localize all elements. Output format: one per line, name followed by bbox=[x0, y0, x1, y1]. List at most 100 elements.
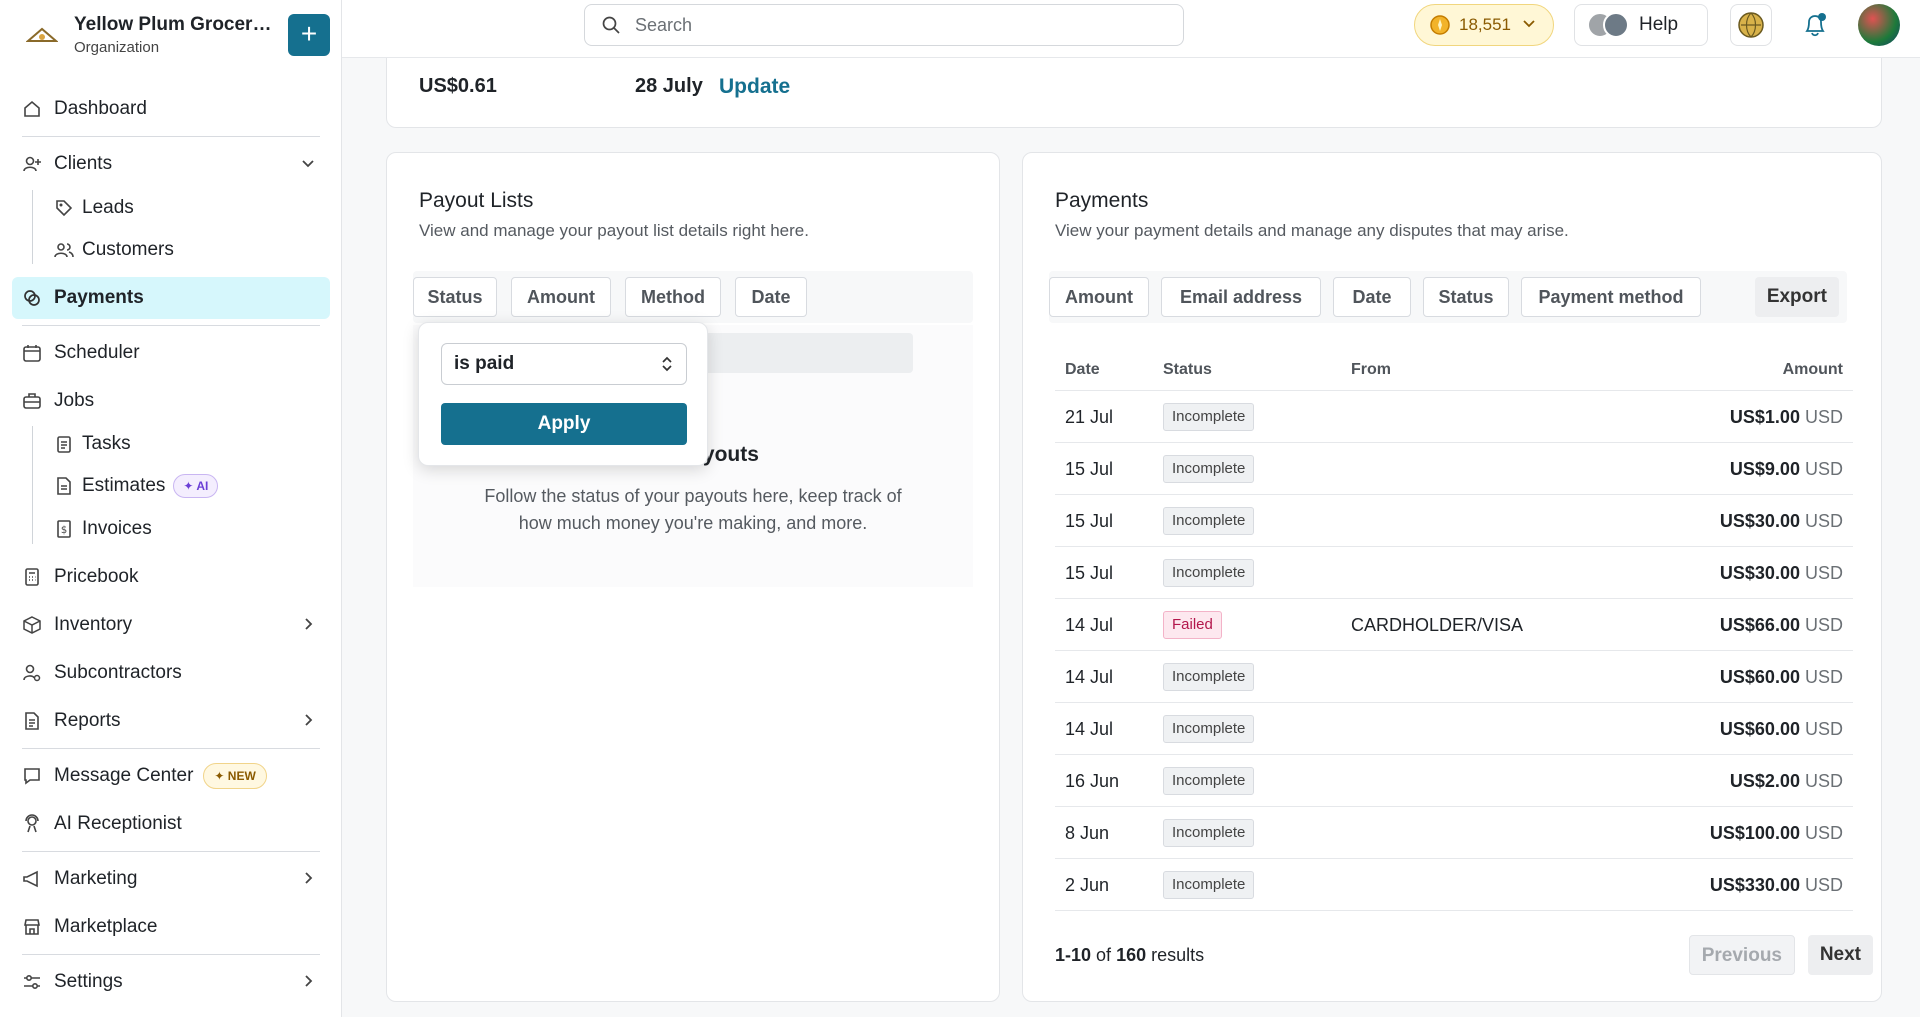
sidebar-item-scheduler[interactable]: Scheduler bbox=[12, 332, 330, 374]
sidebar-item-label: Marketplace bbox=[54, 916, 158, 937]
sidebar-item-settings[interactable]: Settings bbox=[12, 961, 330, 1003]
sidebar-item-label: Payments bbox=[54, 287, 144, 308]
document-icon bbox=[54, 476, 74, 496]
filter-status-button[interactable]: Status bbox=[413, 277, 497, 317]
amount-currency: USD bbox=[1804, 563, 1843, 583]
payout-lists-title: Payout Lists bbox=[419, 189, 534, 212]
amount-value: US$30.00 bbox=[1719, 511, 1800, 531]
sidebar-item-ai-receptionist[interactable]: AI Receptionist bbox=[12, 803, 330, 845]
status-badge: Incomplete bbox=[1163, 559, 1255, 587]
table-row[interactable]: 14 Jul Incomplete US$60.00 USD bbox=[1055, 703, 1853, 755]
row-date: 16 Jun bbox=[1065, 771, 1120, 791]
search-input[interactable] bbox=[635, 14, 1155, 36]
store-icon bbox=[22, 917, 42, 937]
sidebar-item-label: Tasks bbox=[82, 433, 131, 454]
users-icon bbox=[54, 240, 74, 260]
receptionist-icon bbox=[22, 814, 42, 834]
sidebar-item-marketplace[interactable]: Marketplace bbox=[12, 906, 330, 948]
row-amount: US$100.00 USD bbox=[1710, 823, 1843, 844]
previous-page-button[interactable]: Previous bbox=[1688, 935, 1795, 975]
notifications-button[interactable] bbox=[1794, 4, 1836, 46]
amount-currency: USD bbox=[1804, 615, 1843, 635]
briefcase-icon bbox=[22, 391, 42, 411]
table-row[interactable]: 14 Jul Incomplete US$60.00 USD bbox=[1055, 651, 1853, 703]
top-bar: 18,551 Help bbox=[342, 0, 1920, 58]
table-row[interactable]: 21 Jul Incomplete US$1.00 USD bbox=[1055, 391, 1853, 443]
divider bbox=[22, 954, 320, 955]
sidebar-item-pricebook[interactable]: Pricebook bbox=[12, 556, 330, 598]
filter-amount-button[interactable]: Amount bbox=[1049, 277, 1149, 317]
table-row[interactable]: 2 Jun Incomplete US$330.00 USD bbox=[1055, 859, 1853, 911]
support-avatar bbox=[1603, 12, 1629, 38]
sidebar-item-invoices[interactable]: $ Invoices bbox=[54, 511, 152, 547]
support-avatars bbox=[1587, 12, 1629, 38]
column-header-status: Status bbox=[1163, 361, 1212, 378]
sidebar-item-customers[interactable]: Customers bbox=[54, 232, 174, 268]
table-row[interactable]: 14 Jul Failed CARDHOLDER/VISA US$66.00 U… bbox=[1055, 599, 1853, 651]
sidebar-item-jobs[interactable]: Jobs bbox=[12, 380, 330, 422]
box-icon bbox=[22, 615, 42, 635]
filter-method-button[interactable]: Method bbox=[625, 277, 721, 317]
sidebar-item-subcontractors[interactable]: Subcontractors bbox=[12, 652, 330, 694]
sidebar-item-label: Jobs bbox=[54, 390, 95, 411]
apply-button[interactable]: Apply bbox=[441, 403, 687, 445]
payout-filter-bar: Status Amount Method Date bbox=[413, 271, 973, 323]
sidebar-item-dashboard[interactable]: Dashboard bbox=[12, 88, 330, 130]
ai-badge: ✦ AI bbox=[173, 474, 219, 498]
add-button[interactable]: + bbox=[288, 14, 330, 56]
payments-title: Payments bbox=[1055, 189, 1149, 212]
sidebar-item-message-center[interactable]: Message Center ✦ NEW bbox=[12, 755, 330, 797]
sidebar-item-clients[interactable]: Clients bbox=[12, 143, 330, 185]
amount-value: US$330.00 bbox=[1709, 875, 1800, 895]
filter-date-button[interactable]: Date bbox=[735, 277, 807, 317]
filter-status-button[interactable]: Status bbox=[1423, 277, 1509, 317]
user-avatar[interactable] bbox=[1858, 4, 1900, 46]
tree-line bbox=[32, 426, 33, 544]
status-filter-select[interactable]: is paid bbox=[441, 343, 687, 385]
row-date: 14 Jul bbox=[1065, 615, 1114, 635]
sidebar-item-marketing[interactable]: Marketing bbox=[12, 858, 330, 900]
filter-email-button[interactable]: Email address bbox=[1161, 277, 1321, 317]
table-row[interactable]: 15 Jul Incomplete US$30.00 USD bbox=[1055, 547, 1853, 599]
export-button[interactable]: Export bbox=[1754, 277, 1839, 317]
status-badge: Incomplete bbox=[1163, 871, 1255, 899]
help-button[interactable]: Help bbox=[1574, 4, 1708, 46]
chevron-right-icon bbox=[300, 712, 316, 734]
filter-payment-method-button[interactable]: Payment method bbox=[1521, 277, 1701, 317]
sidebar-item-label: Customers bbox=[82, 239, 174, 260]
row-from: CARDHOLDER/VISA bbox=[1351, 615, 1524, 635]
sidebar: Yellow Plum Grocers... Organization + Da… bbox=[0, 0, 342, 1017]
status-badge: Incomplete bbox=[1163, 767, 1255, 795]
sidebar-item-label: Dashboard bbox=[54, 98, 147, 119]
next-page-button[interactable]: Next bbox=[1807, 935, 1873, 975]
new-badge: ✦ NEW bbox=[203, 763, 267, 789]
update-link[interactable]: Update bbox=[719, 75, 790, 99]
sidebar-item-inventory[interactable]: Inventory bbox=[12, 604, 330, 646]
column-header-date: Date bbox=[1065, 361, 1100, 378]
chevron-down-icon bbox=[300, 155, 316, 177]
filter-date-button[interactable]: Date bbox=[1333, 277, 1411, 317]
results-total: 160 bbox=[1116, 945, 1147, 965]
invoice-icon: $ bbox=[54, 519, 74, 539]
search-box[interactable] bbox=[584, 4, 1184, 46]
sidebar-item-tasks[interactable]: Tasks bbox=[54, 426, 131, 462]
sidebar-item-label: Scheduler bbox=[54, 342, 140, 363]
amount-currency: USD bbox=[1804, 771, 1843, 791]
table-row[interactable]: 15 Jul Incomplete US$30.00 USD bbox=[1055, 495, 1853, 547]
row-amount: US$30.00 USD bbox=[1720, 511, 1843, 532]
amount-currency: USD bbox=[1804, 823, 1843, 843]
rewards-button[interactable] bbox=[1730, 4, 1772, 46]
payments-filter-bar: Amount Email address Date Status Payment… bbox=[1049, 271, 1847, 323]
table-row[interactable]: 15 Jul Incomplete US$9.00 USD bbox=[1055, 443, 1853, 495]
table-row[interactable]: 8 Jun Incomplete US$100.00 USD bbox=[1055, 807, 1853, 859]
sidebar-item-leads[interactable]: Leads bbox=[54, 190, 134, 226]
sidebar-item-reports[interactable]: Reports bbox=[12, 700, 330, 742]
chevron-down-icon bbox=[1521, 15, 1537, 36]
coins-icon bbox=[22, 288, 42, 308]
sliders-icon bbox=[22, 972, 42, 992]
sidebar-item-payments[interactable]: Payments bbox=[12, 277, 330, 319]
filter-amount-button[interactable]: Amount bbox=[511, 277, 611, 317]
table-row[interactable]: 16 Jun Incomplete US$2.00 USD bbox=[1055, 755, 1853, 807]
sidebar-item-estimates[interactable]: Estimates ✦ AI bbox=[54, 468, 219, 504]
coins-balance-button[interactable]: 18,551 bbox=[1414, 4, 1554, 46]
